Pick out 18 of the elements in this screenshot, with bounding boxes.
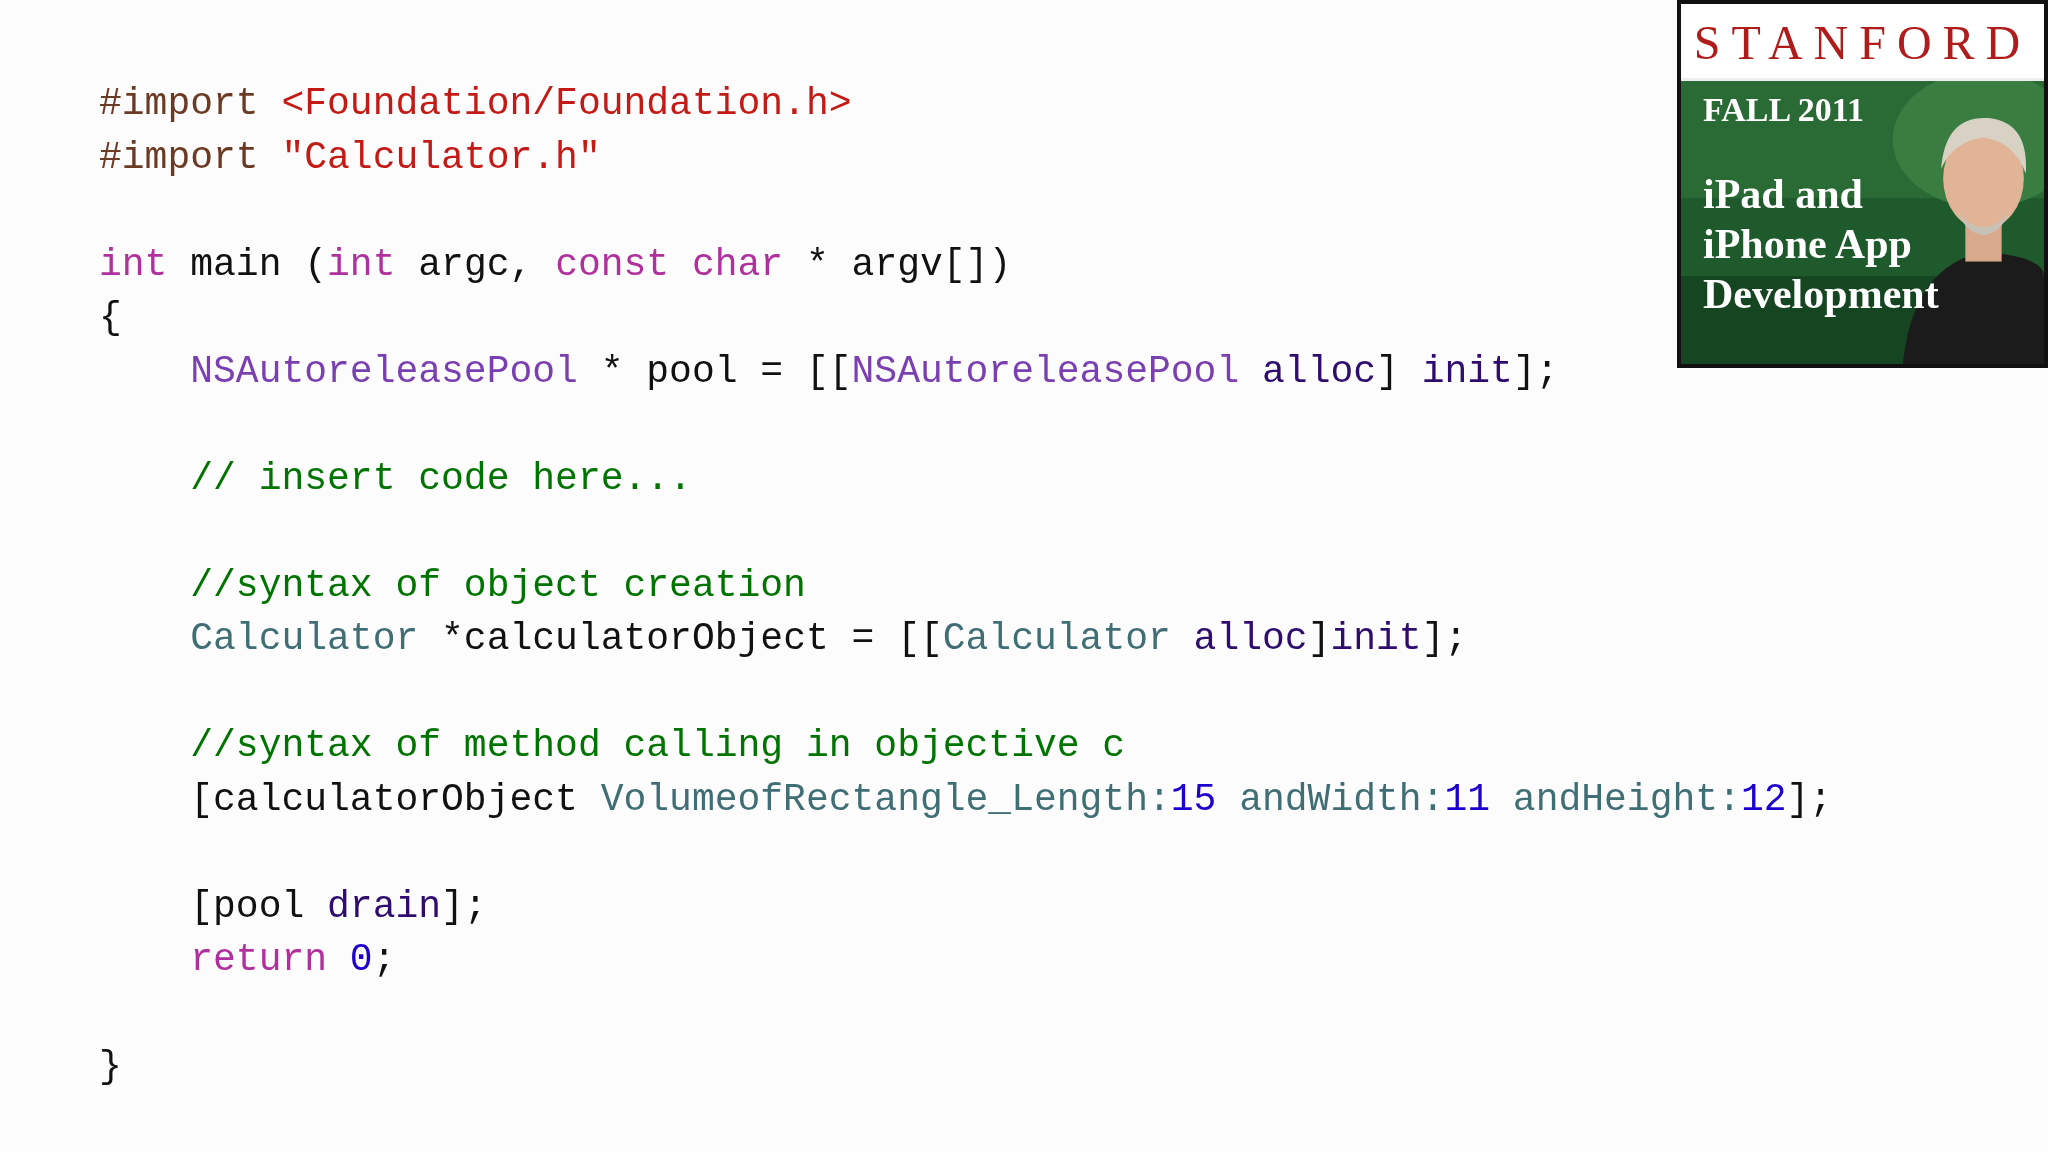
- course-title: iPad and: [1703, 170, 1863, 219]
- code-line: //syntax of method calling in objective c: [189, 723, 1126, 769]
- code-line: [pool drain];: [189, 883, 487, 930]
- code-line: return 0;: [189, 937, 396, 983]
- code-line: #import "Calculator.h": [99, 134, 601, 181]
- school-name: STANFORD: [1681, 4, 2044, 78]
- term-label: FALL 2011: [1703, 91, 1864, 129]
- code-line: // insert code here...: [189, 455, 692, 502]
- code-line: #import <Foundation/Foundation.h>: [99, 81, 852, 127]
- code-line: }: [99, 1044, 122, 1090]
- code-line: {: [99, 295, 122, 341]
- code-line: //syntax of object creation: [189, 562, 806, 609]
- course-title: Development: [1703, 270, 1939, 319]
- code-line: NSAutoreleasePool * pool = [[NSAutoreleasePool alloc] init];: [189, 348, 1559, 395]
- code-line: Calculator *calculatorObject = [[Calculator alloc]init];: [189, 616, 1468, 662]
- course-title: iPhone App: [1703, 220, 1912, 269]
- code-line: int main (int argc, const char * argv[]): [99, 241, 1012, 288]
- code-line: [calculatorObject VolumeofRectangle_Length:15 andWidth:11 andHeight:12];: [189, 776, 1833, 823]
